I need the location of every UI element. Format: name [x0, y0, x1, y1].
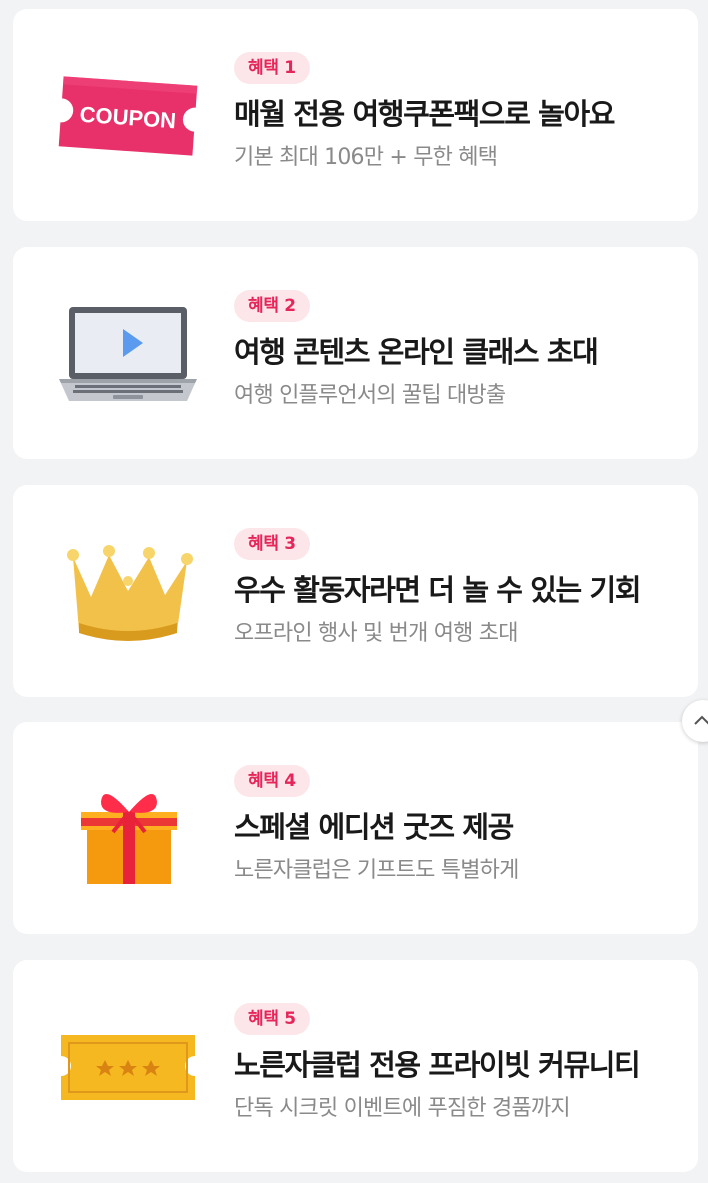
chevron-up-icon — [694, 715, 708, 725]
benefit-subtitle: 오프라인 행사 및 번개 여행 초대 — [234, 621, 518, 646]
benefit-title: 우수 활동자라면 더 놀 수 있는 기회 — [234, 573, 642, 607]
benefit-badge: 혜택 3 — [234, 528, 310, 560]
benefit-subtitle: 기본 최대 106만 + 무한 혜택 — [234, 145, 498, 170]
coupon-icon: COUPON — [53, 59, 203, 174]
benefit-title: 스페셜 에디션 굿즈 제공 — [234, 810, 514, 844]
benefit-card-3: 혜택 3 우수 활동자라면 더 놀 수 있는 기회 오프라인 행사 및 번개 여… — [13, 485, 698, 697]
gift-box-icon — [53, 772, 203, 887]
benefit-badge: 혜택 4 — [234, 765, 310, 797]
benefit-card-1: COUPON 혜택 1 매월 전용 여행쿠폰팩으로 놀아요 기본 최대 106만… — [13, 9, 698, 221]
benefit-title: 여행 콘텐츠 온라인 클래스 초대 — [234, 335, 599, 369]
golden-ticket-icon — [53, 1010, 203, 1125]
benefit-title: 노른자클럽 전용 프라이빗 커뮤니티 — [234, 1048, 641, 1082]
benefit-subtitle: 단독 시크릿 이벤트에 푸짐한 경품까지 — [234, 1096, 571, 1121]
benefit-card-2: 혜택 2 여행 콘텐츠 온라인 클래스 초대 여행 인플루언서의 꿀팁 대방출 — [13, 247, 698, 459]
benefit-badge: 혜택 1 — [234, 52, 310, 84]
benefit-badge: 혜택 5 — [234, 1003, 310, 1035]
benefit-subtitle: 여행 인플루언서의 꿀팁 대방출 — [234, 383, 506, 408]
benefit-subtitle: 노른자클럽은 기프트도 특별하게 — [234, 858, 519, 883]
laptop-play-icon — [53, 297, 203, 412]
benefit-title: 매월 전용 여행쿠폰팩으로 놀아요 — [234, 97, 615, 131]
benefit-card-5: 혜택 5 노른자클럽 전용 프라이빗 커뮤니티 단독 시크릿 이벤트에 푸짐한 … — [13, 960, 698, 1172]
benefit-badge: 혜택 2 — [234, 290, 310, 322]
crown-icon — [53, 535, 203, 650]
benefit-card-4: 혜택 4 스페셜 에디션 굿즈 제공 노른자클럽은 기프트도 특별하게 — [13, 722, 698, 934]
